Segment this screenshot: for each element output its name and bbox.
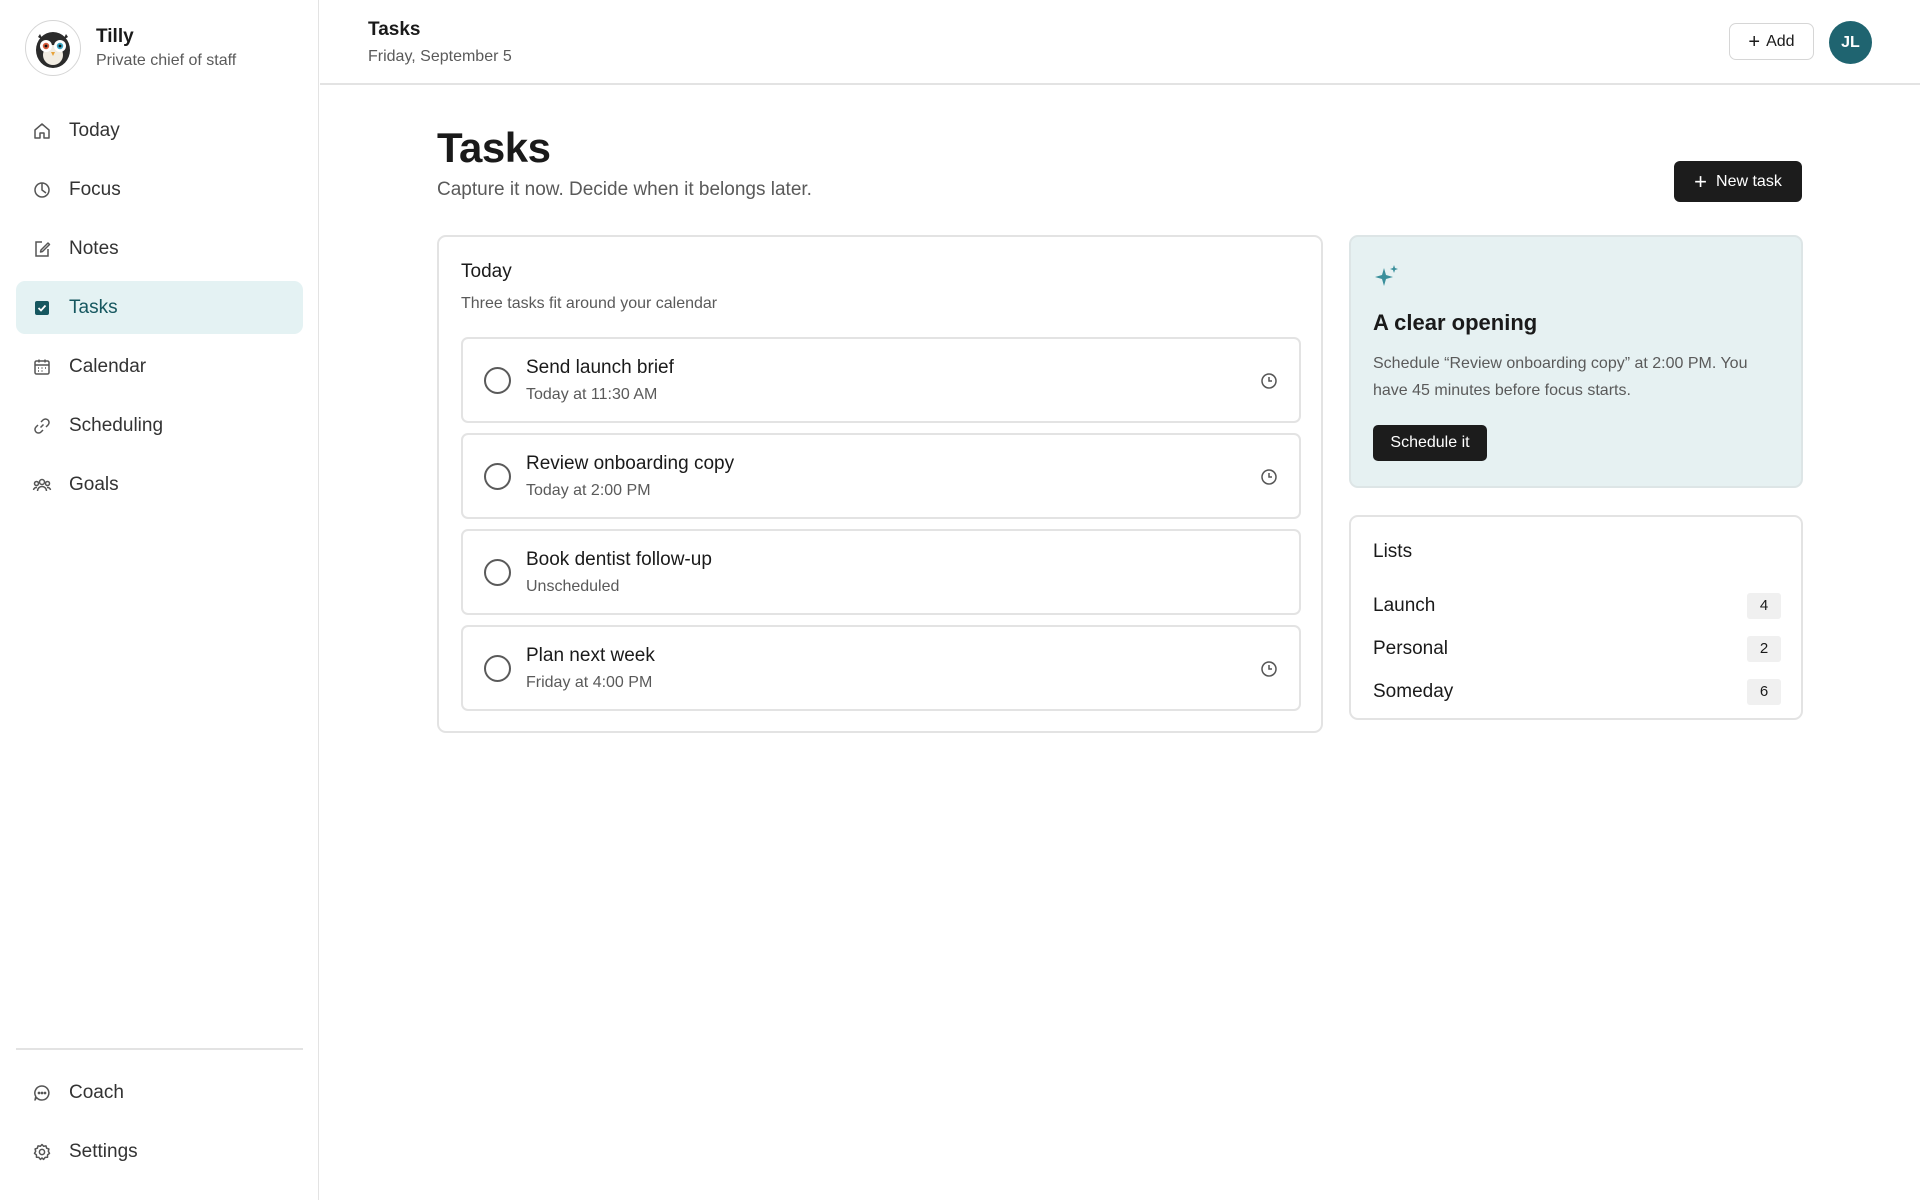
task-list: Send launch brief Today at 11:30 AM Revi… <box>461 337 1301 721</box>
task-title: Plan next week <box>526 645 655 666</box>
plus-icon: + <box>1748 30 1761 53</box>
sidebar-item-label: Scheduling <box>69 414 164 436</box>
checkbox-icon <box>32 298 52 318</box>
owl-logo-icon <box>25 20 81 76</box>
list-item-personal[interactable]: Personal 2 <box>1373 627 1781 670</box>
clear-opening-card: A clear opening Schedule “Review onboard… <box>1349 235 1803 488</box>
today-tasks-card: Today Three tasks fit around your calend… <box>437 235 1323 733</box>
note-edit-icon <box>32 239 52 259</box>
clock-icon[interactable] <box>1259 659 1279 679</box>
bottom-nav: Coach Settings <box>16 1066 303 1184</box>
schedule-it-button[interactable]: Schedule it <box>1373 425 1487 461</box>
sidebar-divider <box>16 1048 303 1050</box>
sidebar-item-label: Settings <box>69 1140 138 1162</box>
chat-icon <box>32 1083 52 1103</box>
task-time: Today at 11:30 AM <box>526 386 658 403</box>
opening-body: Schedule “Review onboarding copy” at 2:0… <box>1373 355 1748 399</box>
list-item-launch[interactable]: Launch 4 <box>1373 584 1781 627</box>
list-count-badge: 2 <box>1747 635 1781 662</box>
task-time: Unscheduled <box>526 578 620 595</box>
header-title: Tasks <box>368 19 421 40</box>
card-subtitle: Three tasks fit around your calendar <box>461 295 718 312</box>
clock-icon[interactable] <box>1259 371 1279 391</box>
list-name: Launch <box>1373 594 1436 616</box>
task-row[interactable]: Review onboarding copy Today at 2:00 PM <box>461 433 1301 519</box>
opening-title: A clear opening <box>1373 310 1538 335</box>
app-tagline: Private chief of staff <box>96 51 237 69</box>
task-row[interactable]: Plan next week Friday at 4:00 PM <box>461 625 1301 711</box>
sidebar-item-notes[interactable]: Notes <box>16 222 303 275</box>
task-row[interactable]: Send launch brief Today at 11:30 AM <box>461 337 1301 423</box>
app-name: Tilly <box>96 25 134 47</box>
add-button-label: Add <box>1766 32 1795 50</box>
list-name: Someday <box>1373 680 1454 702</box>
gear-icon <box>32 1142 52 1162</box>
sidebar-item-label: Today <box>69 119 120 141</box>
lists-card: Lists Launch 4 Personal 2 Someday 6 <box>1349 515 1803 720</box>
new-task-label: New task <box>1716 172 1782 190</box>
sidebar-item-calendar[interactable]: Calendar <box>16 340 303 393</box>
sidebar-item-focus[interactable]: Focus <box>16 163 303 216</box>
sidebar-item-label: Notes <box>69 237 119 259</box>
sidebar-item-label: Calendar <box>69 355 147 377</box>
task-complete-checkbox[interactable] <box>484 559 511 586</box>
page-title: Tasks <box>437 124 551 171</box>
lists-rows: Launch 4 Personal 2 Someday 6 <box>1373 584 1781 713</box>
people-icon <box>32 475 52 495</box>
sidebar-item-coach[interactable]: Coach <box>16 1066 303 1119</box>
link-icon <box>32 416 52 436</box>
task-complete-checkbox[interactable] <box>484 655 511 682</box>
sidebar-item-label: Coach <box>69 1081 124 1103</box>
sidebar-item-label: Focus <box>69 178 121 200</box>
calendar-icon <box>32 357 52 377</box>
list-count-badge: 6 <box>1747 678 1781 705</box>
list-count-badge: 4 <box>1747 592 1781 619</box>
lists-title: Lists <box>1373 541 1413 562</box>
sidebar-item-scheduling[interactable]: Scheduling <box>16 399 303 452</box>
sidebar-item-tasks[interactable]: Tasks <box>16 281 303 334</box>
header-date: Friday, September 5 <box>368 48 512 65</box>
list-item-someday[interactable]: Someday 6 <box>1373 670 1781 713</box>
task-complete-checkbox[interactable] <box>484 367 511 394</box>
plus-icon: + <box>1694 168 1708 194</box>
sidebar: Tilly Private chief of staff Today Focus… <box>0 0 319 1200</box>
clock-icon[interactable] <box>1259 467 1279 487</box>
sidebar-item-goals[interactable]: Goals <box>16 458 303 511</box>
brand: Tilly Private chief of staff <box>25 20 236 76</box>
home-icon <box>32 121 52 141</box>
task-row[interactable]: Book dentist follow-up Unscheduled <box>461 529 1301 615</box>
main-nav: Today Focus Notes Tasks Calendar Schedul… <box>16 104 303 517</box>
focus-icon <box>32 180 52 200</box>
list-name: Personal <box>1373 637 1448 659</box>
sidebar-item-settings[interactable]: Settings <box>16 1125 303 1178</box>
sparkle-icon <box>1373 263 1401 291</box>
task-title: Send launch brief <box>526 357 674 378</box>
task-complete-checkbox[interactable] <box>484 463 511 490</box>
page-subtitle: Capture it now. Decide when it belongs l… <box>437 179 812 200</box>
task-title: Book dentist follow-up <box>526 549 712 570</box>
avatar[interactable]: JL <box>1829 21 1872 64</box>
sidebar-item-label: Goals <box>69 473 119 495</box>
add-button[interactable]: + Add <box>1729 23 1814 60</box>
new-task-button[interactable]: + New task <box>1674 161 1802 202</box>
sidebar-item-today[interactable]: Today <box>16 104 303 157</box>
task-time: Friday at 4:00 PM <box>526 674 653 691</box>
task-time: Today at 2:00 PM <box>526 482 651 499</box>
task-title: Review onboarding copy <box>526 453 735 474</box>
top-header: Tasks Friday, September 5 + Add JL <box>320 0 1920 85</box>
card-title: Today <box>461 261 512 282</box>
sidebar-item-label: Tasks <box>69 296 118 318</box>
